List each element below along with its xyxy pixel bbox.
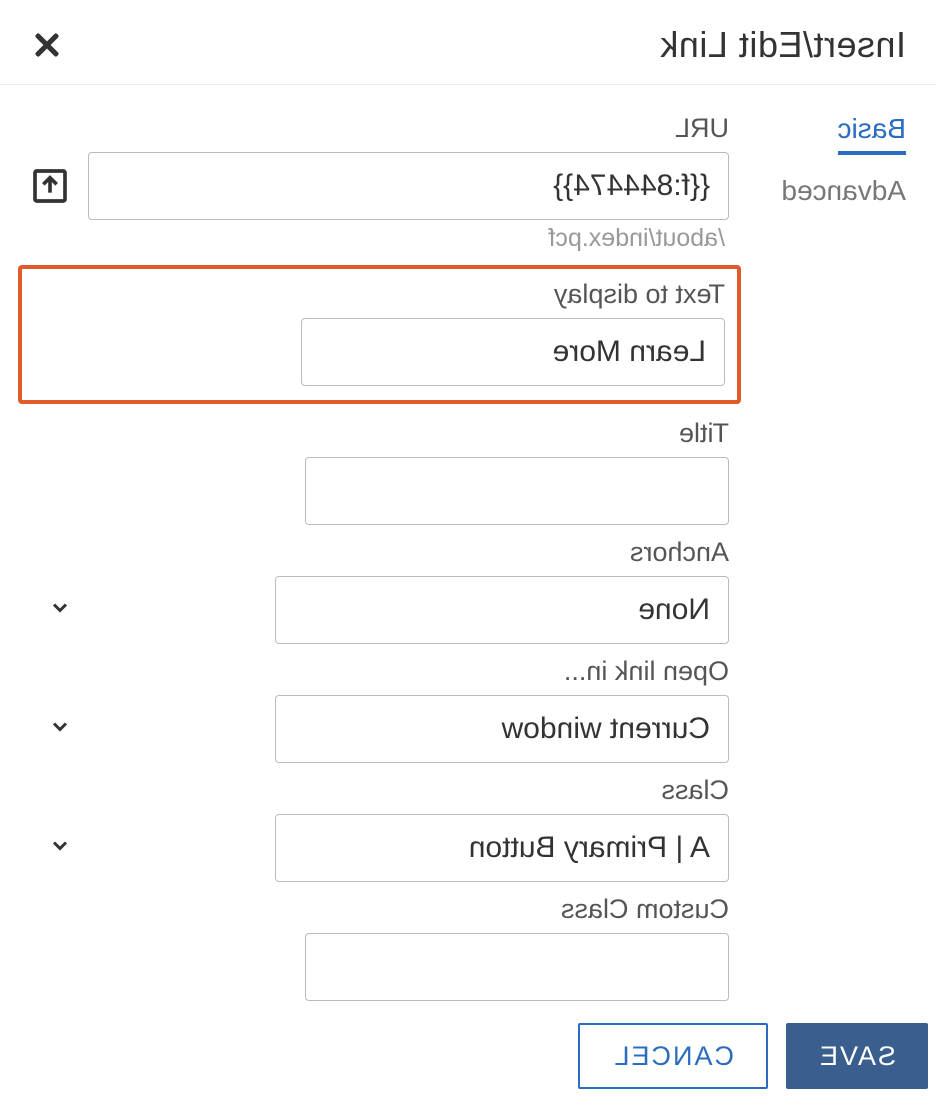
- dialog-body: Basic Advanced URL /about/inde: [0, 84, 936, 1013]
- field-anchors: Anchors: [30, 537, 729, 644]
- field-text-to-display: Text to display: [34, 279, 725, 386]
- highlight-text-to-display: Text to display: [18, 265, 741, 404]
- chevron-down-icon: [48, 834, 72, 863]
- anchors-select[interactable]: [275, 576, 729, 644]
- save-button[interactable]: SAVE: [786, 1023, 928, 1089]
- chevron-down-icon: [48, 715, 72, 744]
- dialog-footer: SAVE CANCEL: [0, 1013, 936, 1107]
- chevron-down-icon: [48, 596, 72, 625]
- url-input[interactable]: [88, 152, 729, 220]
- form: URL /about/index.pcf Text to: [0, 113, 741, 1013]
- close-icon[interactable]: [30, 28, 64, 62]
- upload-icon[interactable]: [30, 166, 70, 206]
- dialog-header: Insert/Edit Link: [0, 0, 936, 84]
- field-class: Class: [30, 775, 729, 882]
- field-custom-class: Custom Class: [30, 894, 729, 1001]
- cancel-button[interactable]: CANCEL: [578, 1023, 768, 1089]
- class-label: Class: [30, 775, 729, 806]
- tab-basic[interactable]: Basic: [838, 113, 906, 155]
- open-link-label: Open link in...: [30, 656, 729, 687]
- tabs: Basic Advanced: [741, 113, 936, 1013]
- custom-class-input[interactable]: [305, 933, 729, 1001]
- field-url: URL /about/index.pcf: [30, 113, 729, 253]
- text-to-display-label: Text to display: [34, 279, 725, 310]
- title-label: Title: [30, 418, 729, 449]
- anchors-label: Anchors: [30, 537, 729, 568]
- text-to-display-input[interactable]: [301, 318, 725, 386]
- insert-edit-link-dialog: Insert/Edit Link Basic Advanced URL: [0, 0, 936, 1030]
- open-link-select[interactable]: [275, 695, 729, 763]
- custom-class-label: Custom Class: [30, 894, 729, 925]
- field-title: Title: [30, 418, 729, 525]
- url-label: URL: [30, 113, 729, 144]
- field-open-link: Open link in...: [30, 656, 729, 763]
- dialog-title: Insert/Edit Link: [660, 24, 906, 66]
- title-input[interactable]: [305, 457, 729, 525]
- tab-advanced[interactable]: Advanced: [781, 175, 906, 213]
- class-select[interactable]: [275, 814, 729, 882]
- url-helper: /about/index.pcf: [30, 224, 729, 253]
